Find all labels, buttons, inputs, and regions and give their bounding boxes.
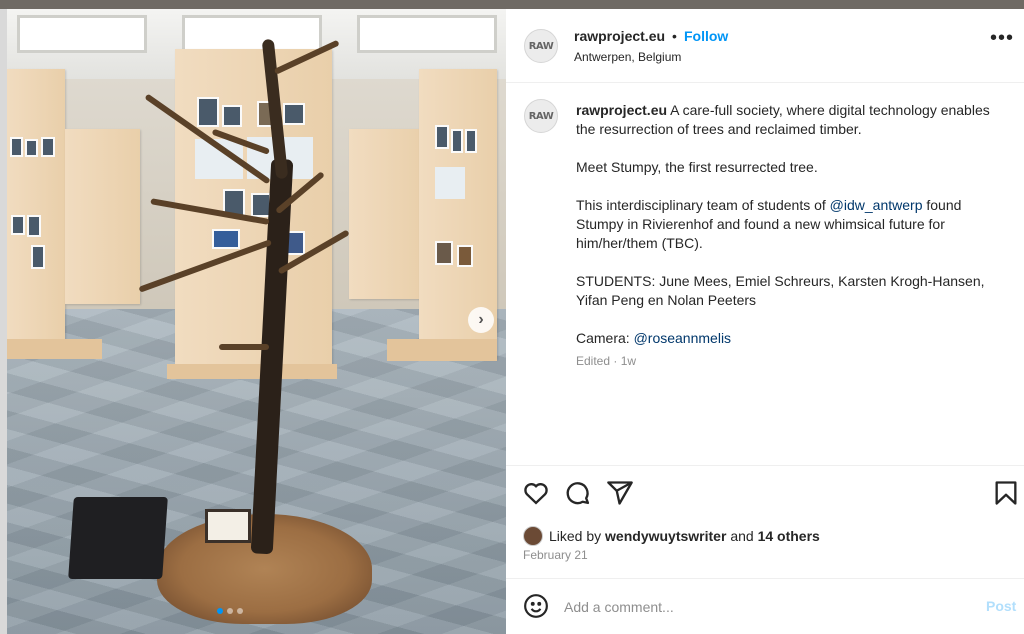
panel-photo — [283, 103, 305, 125]
liker-username[interactable]: wendywuytswriter — [605, 528, 726, 544]
panel-photo — [212, 229, 240, 249]
photo-skylight — [17, 15, 147, 53]
caption-text: This interdisciplinary team of students … — [576, 197, 830, 213]
carousel-indicator — [217, 608, 243, 614]
tree-branch — [219, 344, 269, 350]
carousel-dot — [227, 608, 233, 614]
emoji-icon[interactable] — [523, 593, 549, 619]
exhibit-panel-base — [387, 339, 497, 361]
panel-photo — [435, 125, 449, 149]
tablet-device — [68, 497, 168, 579]
header-separator: • — [672, 28, 677, 44]
panel-photo — [41, 137, 55, 157]
likes-summary: Liked by wendywuytswriter and 14 others — [523, 526, 820, 546]
edited-timestamp: Edited · 1w — [576, 354, 637, 368]
panel-photo — [31, 245, 45, 269]
next-photo-button[interactable]: › — [468, 307, 494, 333]
mention-link[interactable]: @idw_antwerp — [830, 197, 923, 213]
avatar[interactable]: RAW — [524, 29, 558, 63]
caption-paragraph: rawproject.eu A care-full society, where… — [576, 101, 996, 139]
panel-photo — [465, 129, 477, 153]
exhibit-panel — [65, 129, 140, 304]
panel-photo — [27, 215, 41, 237]
label-card — [205, 509, 251, 543]
exhibit-panel — [349, 129, 425, 299]
panel-text — [435, 167, 465, 199]
caption-paragraph: This interdisciplinary team of students … — [576, 196, 996, 253]
exhibit-panel-base — [7, 339, 102, 359]
panel-photo — [25, 139, 38, 157]
chevron-right-icon: › — [478, 311, 484, 328]
post-caption: rawproject.eu A care-full society, where… — [576, 101, 996, 367]
bookmark-icon[interactable] — [992, 479, 1020, 507]
comment-bar: Post — [506, 578, 1024, 634]
avatar-text: RAW — [528, 40, 554, 52]
backdrop-top-strip — [0, 0, 1024, 9]
panel-photo — [457, 245, 473, 267]
caption-avatar[interactable]: RAW — [524, 99, 558, 133]
header-username[interactable]: rawproject.eu — [574, 28, 665, 44]
post-photo[interactable]: › — [7, 9, 506, 634]
location-link[interactable]: Antwerpen, Belgium — [574, 50, 681, 64]
more-horizontal-icon[interactable]: ••• — [990, 28, 1014, 48]
caption-username[interactable]: rawproject.eu — [576, 102, 667, 118]
photo-skylight — [357, 15, 497, 53]
post-actions: Liked by wendywuytswriter and 14 others … — [506, 465, 1024, 578]
post-date[interactable]: February 21 — [523, 548, 588, 562]
panel-photo — [11, 215, 25, 235]
carousel-dot — [217, 608, 223, 614]
liker-avatar[interactable] — [523, 526, 543, 546]
instagram-post-window: › RAW rawproject.eu • Follow Antwerpen, … — [0, 0, 1024, 634]
comment-icon[interactable] — [564, 479, 592, 507]
follow-button[interactable]: Follow — [684, 28, 728, 44]
panel-photo — [451, 129, 463, 153]
likes-others-link[interactable]: 14 others — [758, 528, 820, 544]
heart-icon[interactable] — [522, 479, 550, 507]
exhibit-panel-base — [167, 364, 337, 379]
panel-photo — [10, 137, 23, 157]
likes-connector: and — [730, 528, 754, 544]
caption-paragraph: Camera: @roseannmelis — [576, 329, 996, 348]
caption-paragraph: STUDENTS: June Mees, Emiel Schreurs, Kar… — [576, 273, 985, 308]
avatar-text: RAW — [528, 110, 554, 122]
post-details-panel: RAW rawproject.eu • Follow Antwerpen, Be… — [506, 9, 1024, 634]
photo-skylight — [182, 15, 322, 53]
panel-photo — [435, 241, 453, 265]
panel-photo — [197, 97, 219, 127]
carousel-dot — [237, 608, 243, 614]
backdrop-left-strip — [0, 9, 7, 634]
exhibit-panel — [7, 69, 65, 354]
share-icon[interactable] — [606, 479, 634, 507]
caption-paragraph: Meet Stumpy, the first resurrected tree. — [576, 159, 818, 175]
caption-text: Camera: — [576, 330, 634, 346]
post-comment-button[interactable]: Post — [986, 598, 1016, 614]
post-header: RAW rawproject.eu • Follow Antwerpen, Be… — [506, 9, 1024, 83]
likes-prefix: Liked by — [549, 528, 602, 544]
comment-input[interactable] — [564, 595, 944, 619]
mention-link[interactable]: @roseannmelis — [634, 330, 731, 346]
panel-photo — [222, 105, 242, 127]
